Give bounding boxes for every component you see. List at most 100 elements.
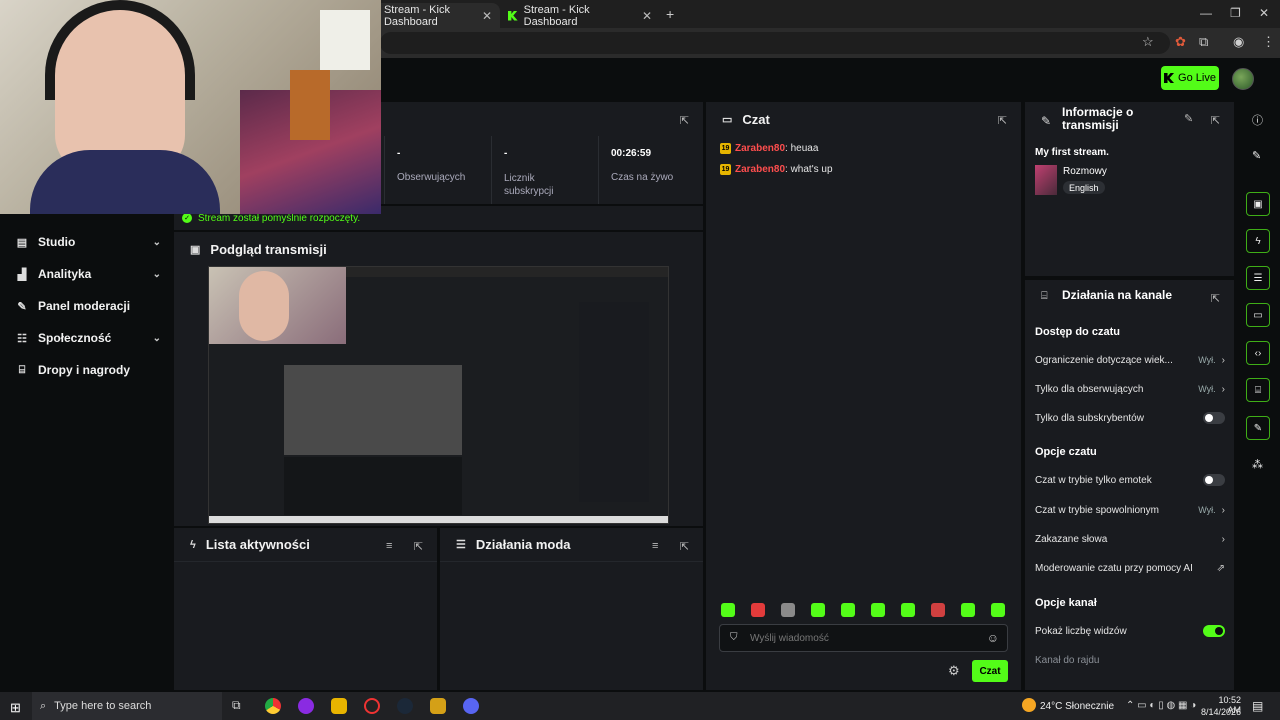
emote-icon[interactable] [931, 603, 945, 617]
discord-icon[interactable] [463, 698, 479, 714]
weather-icon [1022, 698, 1036, 712]
emote-icon[interactable] [721, 603, 735, 617]
slow-mode-row[interactable]: Czat w trybie spowolnionym Wył. › [1035, 502, 1225, 518]
show-viewers-toggle[interactable] [1203, 625, 1225, 637]
app-icon[interactable] [364, 698, 380, 714]
notification-icon[interactable]: ▤ [1252, 699, 1263, 713]
windows-start-icon[interactable]: ⊞ [10, 700, 21, 716]
chat-username[interactable]: Zaraben80 [735, 143, 785, 154]
success-text: Stream został pomyślnie rozpoczęty. [198, 212, 361, 224]
chat-username[interactable]: Zaraben80 [735, 164, 785, 175]
emote-icon[interactable] [991, 603, 1005, 617]
taskbar-search[interactable]: ⌕ Type here to search [32, 692, 222, 720]
emote-only-toggle[interactable] [1203, 474, 1225, 486]
new-tab-button[interactable]: + [666, 6, 674, 22]
star-icon[interactable]: ☆ [1142, 34, 1154, 50]
file-explorer-icon[interactable] [331, 698, 347, 714]
info-icon[interactable]: ⓘ [1252, 112, 1263, 128]
minimize-icon[interactable]: — [1200, 6, 1212, 20]
preview-right-panel [579, 302, 649, 502]
raid-channel-row[interactable]: Kanał do rajdu [1035, 652, 1225, 668]
followers-only-row[interactable]: Tylko dla obserwujących Wył. › [1035, 381, 1225, 397]
channel-actions-toggle-icon[interactable]: ⌸ [1246, 378, 1270, 402]
row-label: Zakazane słowa [1035, 533, 1108, 545]
emote-icon[interactable] [841, 603, 855, 617]
filter-icon[interactable]: ≡ [652, 540, 658, 552]
sidebar-item-studio[interactable]: ▤ Studio ⌄ [16, 232, 161, 252]
popout-icon[interactable]: ⇱ [414, 540, 423, 553]
popout-icon[interactable]: ⇱ [680, 540, 689, 553]
sidebar-item-community[interactable]: ☷ Społeczność ⌄ [16, 328, 161, 348]
wrench-icon: ✎ [17, 300, 27, 313]
browser-tab-active[interactable]: Stream - Kick Dashboard ✕ [360, 3, 500, 28]
preview-toggle-icon[interactable]: ▣ [1246, 192, 1270, 216]
popout-icon[interactable]: ⇱ [998, 114, 1007, 127]
emote-icon[interactable] [751, 603, 765, 617]
edit-icon[interactable]: ✎ [1184, 112, 1193, 125]
gear-icon[interactable]: ⚙ [948, 663, 960, 679]
extensions-puzzle-icon[interactable]: ⧉ [1199, 34, 1208, 50]
filter-icon[interactable]: ≡ [386, 540, 392, 552]
url-field[interactable] [380, 32, 1170, 54]
section-channel-options: Opcje kanał [1035, 597, 1097, 609]
stream-info-toggle-icon[interactable]: ✎ [1246, 416, 1270, 440]
popout-icon[interactable]: ⇱ [1211, 114, 1220, 127]
category-name[interactable]: Rozmowy [1063, 166, 1107, 177]
restore-icon[interactable]: ❐ [1230, 6, 1241, 20]
edit-icon[interactable]: ✎ [1252, 149, 1261, 162]
user-avatar[interactable] [1232, 68, 1254, 90]
layout-icon[interactable]: ⁂ [1252, 458, 1263, 471]
emoji-icon[interactable]: ☺ [987, 631, 999, 645]
activity-toggle-icon[interactable]: ϟ [1246, 229, 1270, 253]
sidebar-item-analytics[interactable]: ▟ Analityka ⌄ [16, 264, 161, 284]
app-icon[interactable] [430, 698, 446, 714]
menu-dots-icon[interactable]: ⋮ [1262, 34, 1275, 50]
close-tab-icon[interactable]: ✕ [642, 9, 652, 23]
steam-icon[interactable] [397, 698, 413, 714]
chat-toggle-icon[interactable]: ▭ [1246, 303, 1270, 327]
emote-icon[interactable] [811, 603, 825, 617]
popout-icon[interactable]: ⇱ [680, 114, 689, 127]
clock-date[interactable]: 8/14/2026 [1200, 707, 1241, 717]
close-window-icon[interactable]: ✕ [1259, 6, 1269, 20]
profile-icon[interactable]: ◉ [1233, 34, 1244, 50]
go-live-label: Go Live [1178, 72, 1216, 84]
sidebar-item-moderation[interactable]: ✎ Panel moderacji [16, 296, 161, 316]
panel-header: ▣ Podgląd transmisji [174, 232, 703, 266]
section-chat-access: Dostęp do czatu [1035, 326, 1120, 338]
panel-title: Lista aktywności [205, 537, 310, 552]
tray-icons[interactable]: ⌃ ▭ ◐ ▯ ◍ ▦ ◑ [1126, 700, 1196, 711]
mod-actions-panel: ☰ Działania moda ≡ ⇱ [440, 528, 703, 690]
mod-actions-toggle-icon[interactable]: ☰ [1246, 266, 1270, 290]
task-view-icon[interactable]: ⧉ [232, 698, 248, 714]
emote-icon[interactable] [781, 603, 795, 617]
sidebar-item-drops[interactable]: ⌸ Dropy i nagrody [16, 360, 161, 380]
panel-header: ▭ Czat [706, 102, 1021, 136]
extension-icon[interactable]: ✿ [1175, 34, 1186, 50]
app-icon[interactable] [298, 698, 314, 714]
go-live-button[interactable]: Go Live [1161, 66, 1219, 90]
emote-icon[interactable] [901, 603, 915, 617]
age-restriction-row[interactable]: Ograniczenie dotyczące wiek... Wył. › [1035, 352, 1225, 368]
chat-input[interactable]: ⛉ Wyślij wiadomość ☺ [719, 624, 1008, 652]
kick-logo-icon [1164, 73, 1175, 83]
emote-icon[interactable] [871, 603, 885, 617]
subscribers-only-toggle[interactable] [1203, 412, 1225, 424]
ai-moderation-row[interactable]: Moderowanie czatu przy pomocy AI ⇗ [1035, 560, 1225, 576]
close-tab-icon[interactable]: ✕ [482, 9, 492, 23]
chrome-icon[interactable] [265, 698, 281, 714]
banned-words-row[interactable]: Zakazane słowa › [1035, 531, 1225, 547]
weather-text[interactable]: 24°C Słonecznie [1040, 701, 1114, 712]
code-icon[interactable]: ‹› [1246, 341, 1270, 365]
row-label: Czat w trybie spowolnionym [1035, 504, 1159, 516]
send-chat-button[interactable]: Czat [972, 660, 1008, 682]
popout-icon[interactable]: ⇱ [1211, 292, 1220, 305]
chat-icon: ▭ [722, 113, 733, 126]
preview-taskbar [209, 516, 668, 523]
window-area [320, 10, 370, 70]
browser-tab[interactable]: Stream - Kick Dashboard ✕ [500, 3, 660, 28]
headphones [45, 0, 195, 100]
sidebar-item-label: Dropy i nagrody [38, 363, 131, 377]
chevron-down-icon: ⌄ [152, 236, 161, 248]
emote-icon[interactable] [961, 603, 975, 617]
